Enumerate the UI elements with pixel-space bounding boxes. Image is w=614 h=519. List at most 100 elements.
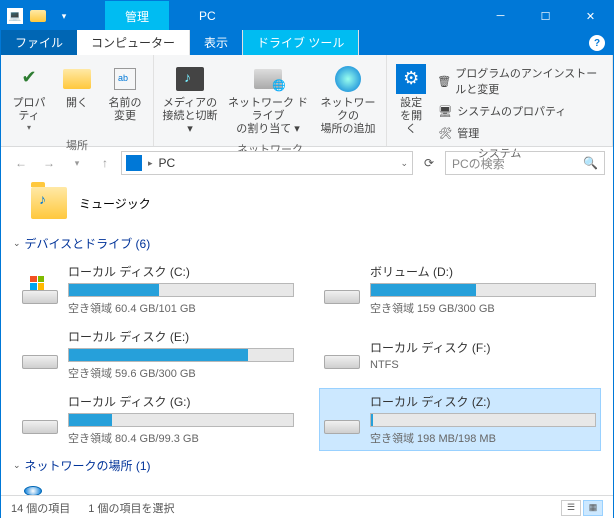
- drive-name: ローカル ディスク (C:): [68, 263, 294, 280]
- drives-grid: ローカル ディスク (C:) 空き領域 60.4 GB/101 GB ボリューム…: [13, 258, 601, 451]
- content-pane[interactable]: ♪ ミュージック ⌄ デバイスとドライブ (6) ローカル ディスク (C:) …: [1, 179, 613, 495]
- status-item-count: 14 個の項目: [11, 500, 70, 516]
- settings-label: 設定 を開く: [395, 97, 427, 137]
- search-input[interactable]: PCの検索 🔍: [445, 151, 605, 175]
- folder-music[interactable]: ♪ ミュージック: [31, 187, 151, 219]
- view-details-button[interactable]: ☰: [561, 500, 581, 516]
- up-button[interactable]: ↑: [93, 151, 117, 175]
- drive-item[interactable]: ローカル ディスク (G:) 空き領域 80.4 GB/99.3 GB: [17, 388, 299, 451]
- status-selection: 1 個の項目を選択: [88, 500, 174, 516]
- drive-name: ローカル ディスク (F:): [370, 339, 596, 356]
- check-icon: [13, 63, 45, 95]
- drive-usage-bar: [68, 413, 294, 427]
- drive-name: ボリューム (D:): [370, 263, 596, 280]
- open-label: 開く: [66, 97, 88, 110]
- context-tab-group: 管理: [105, 1, 169, 31]
- tab-file[interactable]: ファイル: [1, 30, 77, 55]
- add-network-location-button[interactable]: ネットワークの 場所の追加: [316, 61, 380, 139]
- drive-usage-bar: [370, 413, 596, 427]
- qat-folder-icon[interactable]: [27, 5, 49, 27]
- tab-computer[interactable]: コンピューター: [77, 30, 190, 55]
- ribbon-tabs: ファイル コンピューター 表示 ドライブ ツール ?: [1, 31, 613, 55]
- app-icon: 💻: [7, 8, 23, 24]
- drive-item[interactable]: ローカル ディスク (E:) 空き領域 59.6 GB/300 GB: [17, 323, 299, 386]
- network-drive-icon: [252, 63, 284, 95]
- properties-label: プロパティ: [9, 97, 49, 123]
- ribbon: プロパティ ▾ 開く 名前の 変更 場所 メディアの 接続と切断 ▾ ネットワー…: [1, 55, 613, 147]
- gear-icon: ⚙: [395, 63, 427, 95]
- netloc-label: ネットワークの 場所の追加: [318, 97, 378, 137]
- recent-locations-button[interactable]: ▾: [65, 151, 89, 175]
- help-icon[interactable]: ?: [589, 35, 605, 51]
- netdrive-label: ネットワーク ドライブ の割り当て ▾: [226, 97, 310, 137]
- chevron-down-icon: ⌄: [13, 460, 21, 471]
- media-connect-button[interactable]: メディアの 接続と切断 ▾: [160, 61, 220, 139]
- drive-name: ローカル ディスク (E:): [68, 328, 294, 345]
- network-location-icon: [332, 63, 364, 95]
- forward-button[interactable]: →: [37, 151, 61, 175]
- rename-button[interactable]: 名前の 変更: [103, 61, 147, 125]
- address-dropdown-icon[interactable]: ⌄: [400, 158, 408, 169]
- folder-open-icon: [61, 63, 93, 95]
- breadcrumb-pc[interactable]: PC: [159, 156, 176, 170]
- system-properties-icon: 🖥: [437, 103, 453, 119]
- windows-media-player-icon: Windows Media Player: [17, 486, 49, 495]
- drive-usage-bar: [370, 283, 596, 297]
- drive-usage-bar: [68, 283, 294, 297]
- uninstall-programs-button[interactable]: 🗑 プログラムのアンインストールと変更: [433, 63, 606, 99]
- open-settings-button[interactable]: ⚙ 設定 を開く: [393, 61, 429, 139]
- group-header-drives[interactable]: ⌄ デバイスとドライブ (6): [13, 229, 601, 258]
- address-bar[interactable]: ▸ PC ⌄: [121, 151, 413, 175]
- tab-view[interactable]: 表示: [190, 30, 243, 55]
- drive-subtext: NTFS: [370, 359, 596, 371]
- drive-name: ローカル ディスク (Z:): [370, 393, 596, 410]
- drive-item[interactable]: ローカル ディスク (Z:) 空き領域 198 MB/198 MB: [319, 388, 601, 451]
- music-folder-icon: ♪: [31, 187, 67, 219]
- uninstall-icon: 🗑: [437, 73, 451, 89]
- map-network-drive-button[interactable]: ネットワーク ドライブ の割り当て ▾: [224, 61, 312, 139]
- hard-drive-icon: [22, 341, 58, 369]
- group-drives-label: デバイスとドライブ (6): [25, 235, 151, 252]
- open-button[interactable]: 開く: [55, 61, 99, 112]
- drive-item[interactable]: ローカル ディスク (F:) NTFS: [319, 323, 601, 386]
- minimize-button[interactable]: ─: [478, 1, 523, 31]
- ribbon-group-system: ⚙ 設定 を開く 🗑 プログラムのアンインストールと変更 🖥 システムのプロパテ…: [387, 55, 613, 146]
- chevron-down-icon: ⌄: [13, 238, 21, 249]
- view-tiles-button[interactable]: ▦: [583, 500, 603, 516]
- manage-button[interactable]: 🛠 管理: [433, 123, 606, 143]
- drive-item[interactable]: ボリューム (D:) 空き領域 159 GB/300 GB: [319, 258, 601, 321]
- status-bar: 14 個の項目 1 個の項目を選択 ☰ ▦: [1, 495, 613, 519]
- back-button[interactable]: ←: [9, 151, 33, 175]
- drive-item[interactable]: ローカル ディスク (C:) 空き領域 60.4 GB/101 GB: [17, 258, 299, 321]
- drive-subtext: 空き領域 59.6 GB/300 GB: [68, 365, 294, 381]
- pc-icon: [126, 155, 142, 171]
- sysprops-label: システムのプロパティ: [457, 103, 566, 119]
- hard-drive-icon: [22, 276, 58, 304]
- system-properties-button[interactable]: 🖥 システムのプロパティ: [433, 101, 606, 121]
- manage-label: 管理: [457, 125, 479, 141]
- uninstall-label: プログラムのアンインストールと変更: [455, 65, 602, 97]
- manage-icon: 🛠: [437, 125, 453, 141]
- drive-subtext: 空き領域 60.4 GB/101 GB: [68, 300, 294, 316]
- window-title: PC: [199, 9, 216, 23]
- qat-dropdown-icon[interactable]: ▾: [53, 5, 75, 27]
- hard-drive-icon: [324, 406, 360, 434]
- properties-button[interactable]: プロパティ ▾: [7, 61, 51, 135]
- title-bar: 💻 ▾ 管理 PC ─ ☐ ✕: [1, 1, 613, 31]
- close-button[interactable]: ✕: [568, 1, 613, 31]
- ribbon-group-location: プロパティ ▾ 開く 名前の 変更 場所: [1, 55, 154, 146]
- tab-drive-tools[interactable]: ドライブ ツール: [243, 30, 359, 55]
- hard-drive-icon: [22, 406, 58, 434]
- group-header-network[interactable]: ⌄ ネットワークの場所 (1): [13, 451, 601, 480]
- search-icon: 🔍: [583, 156, 598, 170]
- maximize-button[interactable]: ☐: [523, 1, 568, 31]
- drive-name: ローカル ディスク (G:): [68, 393, 294, 410]
- rename-icon: [109, 63, 141, 95]
- drive-subtext: 空き領域 159 GB/300 GB: [370, 300, 596, 316]
- media-label: メディアの 接続と切断 ▾: [162, 97, 218, 137]
- rename-label: 名前の 変更: [109, 97, 142, 123]
- group-network-label: ネットワークの場所 (1): [25, 457, 151, 474]
- refresh-button[interactable]: ⟳: [417, 151, 441, 175]
- ribbon-group-network: メディアの 接続と切断 ▾ ネットワーク ドライブ の割り当て ▾ ネットワーク…: [154, 55, 387, 146]
- network-location-item[interactable]: Windows Media Player user (user-pc): [13, 480, 601, 495]
